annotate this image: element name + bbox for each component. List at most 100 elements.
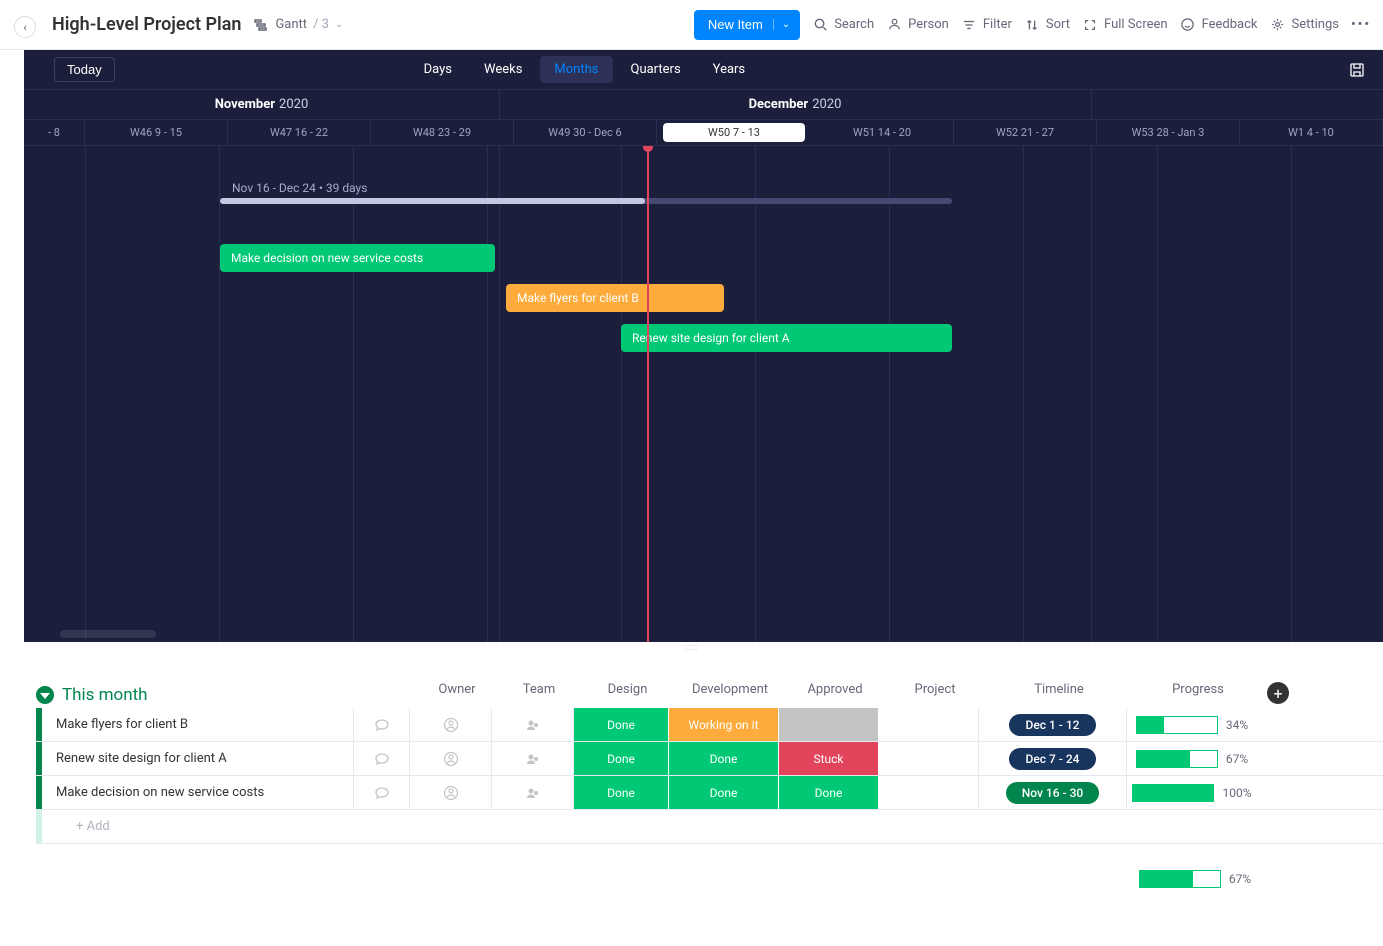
status-design[interactable]: Done <box>574 776 669 809</box>
group-title[interactable]: This month <box>62 685 148 705</box>
chevron-down-icon: ⌄ <box>335 19 343 30</box>
scale-tab-days[interactable]: Days <box>410 56 466 83</box>
settings-button[interactable]: Settings <box>1270 17 1339 33</box>
project-range-label: Nov 16 - Dec 24 • 39 days <box>232 181 367 195</box>
table-row[interactable]: Make flyers for client B DoneWorking on i… <box>36 708 1383 742</box>
search-button[interactable]: Search <box>812 17 874 33</box>
summary-progress: 67% <box>1229 872 1251 886</box>
project-cell[interactable] <box>879 708 979 741</box>
timeline-cell[interactable]: Dec 7 - 24 <box>979 742 1127 775</box>
gear-icon <box>1270 17 1286 33</box>
fullscreen-button[interactable]: Full Screen <box>1082 17 1168 33</box>
save-icon[interactable] <box>1349 62 1365 78</box>
scale-tab-weeks[interactable]: Weeks <box>470 56 536 83</box>
scale-tab-months[interactable]: Months <box>540 56 612 83</box>
feedback-icon <box>1180 17 1196 33</box>
scale-tabs: Days Weeks Months Quarters Years <box>410 56 760 83</box>
week-cell: W48 23 - 29 <box>371 120 514 145</box>
week-cell: W47 16 - 22 <box>228 120 371 145</box>
item-name[interactable]: Make flyers for client B <box>42 708 354 741</box>
week-cell: W53 28 - Jan 3 <box>1097 120 1240 145</box>
col-timeline[interactable]: Timeline <box>985 682 1133 704</box>
gantt-resize-handle[interactable]: :::: <box>0 642 1383 652</box>
scale-tab-quarters[interactable]: Quarters <box>617 56 695 83</box>
progress-cell[interactable]: 34% <box>1127 708 1257 741</box>
project-cell[interactable] <box>879 742 979 775</box>
view-count: / 3 <box>313 17 329 32</box>
col-design[interactable]: Design <box>580 682 675 704</box>
gantt-body[interactable]: Nov 16 - Dec 24 • 39 days Make decision … <box>24 146 1383 642</box>
team-avatar[interactable] <box>525 717 541 733</box>
timeline-cell[interactable]: Dec 1 - 12 <box>979 708 1127 741</box>
summary-row: 67% <box>36 862 1383 896</box>
week-cell: W46 9 - 15 <box>85 120 228 145</box>
today-button[interactable]: Today <box>54 57 115 82</box>
gantt-scrollbar[interactable] <box>60 630 156 638</box>
progress-cell[interactable]: 67% <box>1127 742 1257 775</box>
gantt-task-bar[interactable]: Make decision on new service costs <box>220 244 495 272</box>
owner-avatar[interactable] <box>443 751 459 767</box>
fullscreen-icon <box>1082 17 1098 33</box>
status-development[interactable]: Done <box>669 742 779 775</box>
feedback-button[interactable]: Feedback <box>1180 17 1258 33</box>
view-switcher[interactable]: Gantt / 3 ⌄ <box>253 17 343 33</box>
col-approved[interactable]: Approved <box>785 682 885 704</box>
group-collapse-toggle[interactable] <box>36 686 54 704</box>
item-name[interactable]: Make decision on new service costs <box>42 776 354 809</box>
gantt-view: Today Days Weeks Months Quarters Years N… <box>24 50 1383 642</box>
gantt-task-bar[interactable]: Make flyers for client B <box>506 284 724 312</box>
filter-button[interactable]: Filter <box>961 17 1012 33</box>
top-header: High-Level Project Plan Gantt / 3 ⌄ New … <box>0 0 1383 50</box>
timeline-cell[interactable]: Nov 16 - 30 <box>979 776 1127 809</box>
person-icon <box>886 17 902 33</box>
col-progress[interactable]: Progress <box>1133 682 1263 704</box>
status-design[interactable]: Done <box>574 742 669 775</box>
table-row[interactable]: Make decision on new service costsDoneDo… <box>36 776 1383 810</box>
status-development[interactable]: Working on it <box>669 708 779 741</box>
week-cell: W49 30 - Dec 6 <box>514 120 657 145</box>
scale-tab-years[interactable]: Years <box>699 56 759 83</box>
chat-icon[interactable] <box>374 717 390 733</box>
chat-icon[interactable] <box>374 785 390 801</box>
gantt-task-bar[interactable]: Renew site design for client A <box>621 324 952 352</box>
items-table: This month Owner Team Design Development… <box>36 682 1383 896</box>
week-cell: W50 7 - 13 <box>663 123 805 142</box>
person-button[interactable]: Person <box>886 17 949 33</box>
sort-button[interactable]: Sort <box>1024 17 1070 33</box>
col-owner[interactable]: Owner <box>416 682 498 704</box>
chevron-down-icon[interactable]: ⌄ <box>773 19 790 30</box>
board-title[interactable]: High-Level Project Plan <box>52 14 241 35</box>
week-cell: - 8 <box>24 120 85 145</box>
chat-icon[interactable] <box>374 751 390 767</box>
more-menu-button[interactable]: ••• <box>1351 17 1371 32</box>
team-avatar[interactable] <box>525 751 541 767</box>
status-development[interactable]: Done <box>669 776 779 809</box>
status-approved[interactable] <box>779 708 879 741</box>
table-row[interactable]: Renew site design for client ADoneDoneSt… <box>36 742 1383 776</box>
project-cell[interactable] <box>879 776 979 809</box>
weeks-header: - 8W46 9 - 15W47 16 - 22W48 23 - 29W49 3… <box>24 120 1383 146</box>
add-column-button[interactable]: + <box>1267 682 1289 704</box>
col-team[interactable]: Team <box>498 682 580 704</box>
item-name[interactable]: Renew site design for client A <box>42 742 354 775</box>
col-dev[interactable]: Development <box>675 682 785 704</box>
team-avatar[interactable] <box>525 785 541 801</box>
project-summary-bar[interactable] <box>220 198 952 204</box>
week-cell: W1 4 - 10 <box>1240 120 1383 145</box>
week-cell: W52 21 - 27 <box>954 120 1097 145</box>
col-project[interactable]: Project <box>885 682 985 704</box>
sort-icon <box>1024 17 1040 33</box>
week-cell: W51 14 - 20 <box>811 120 954 145</box>
owner-avatar[interactable] <box>443 717 459 733</box>
gantt-icon <box>253 17 269 33</box>
new-item-button[interactable]: New Item ⌄ <box>694 10 800 40</box>
back-button[interactable]: ‹ <box>14 16 36 38</box>
status-approved[interactable]: Stuck <box>779 742 879 775</box>
view-type: Gantt <box>275 17 307 32</box>
status-approved[interactable]: Done <box>779 776 879 809</box>
progress-cell[interactable]: 100% <box>1127 776 1257 809</box>
status-design[interactable]: Done <box>574 708 669 741</box>
add-item-row[interactable]: + Add <box>36 810 1383 844</box>
today-marker-icon <box>643 146 653 152</box>
owner-avatar[interactable] <box>443 785 459 801</box>
